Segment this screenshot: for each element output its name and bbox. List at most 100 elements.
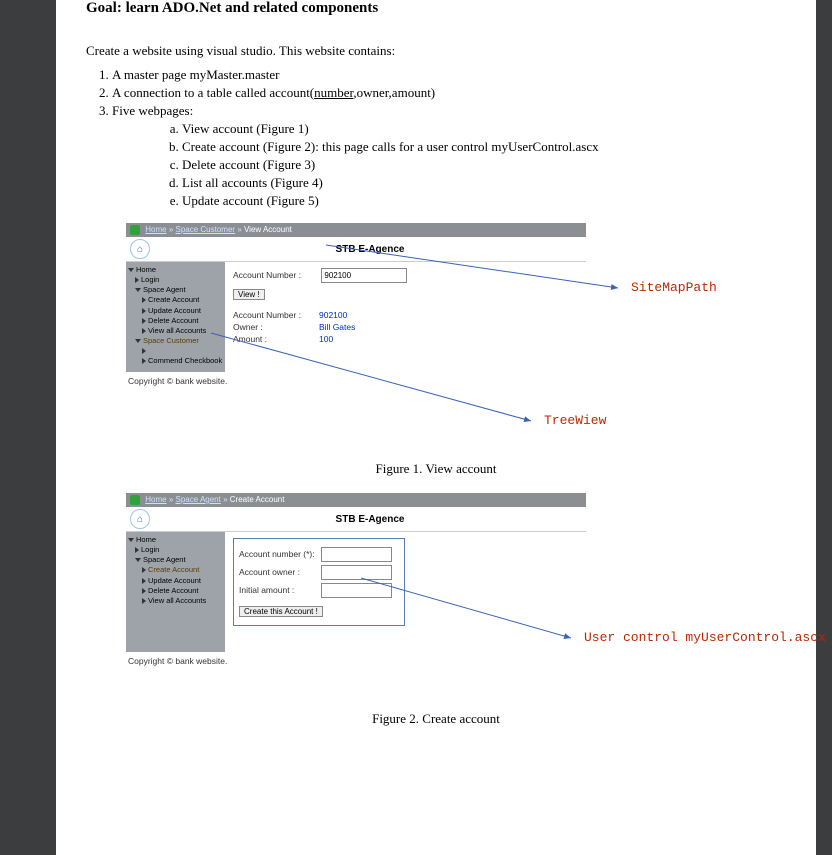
breadcrumb-home[interactable]: Home — [145, 495, 166, 504]
tree-home[interactable]: Home — [136, 535, 156, 544]
tree-delete[interactable]: Delete Account — [148, 586, 198, 595]
chevron-down-icon — [128, 268, 134, 272]
tree-view[interactable]: Home Login Space Agent Create Account Up… — [126, 532, 225, 652]
chevron-right-icon — [142, 318, 146, 324]
account-owner-label: Account owner : — [239, 567, 321, 577]
tree-home[interactable]: Home — [136, 265, 156, 274]
breadcrumb-current: View Account — [244, 225, 292, 234]
initial-amount-input[interactable] — [321, 583, 392, 598]
tree-create[interactable]: Create Account — [148, 565, 199, 574]
user-control-box: Account number (*): Account owner : Init… — [233, 538, 405, 626]
annotation-treeview: TreeWiew — [544, 413, 606, 428]
chevron-right-icon — [142, 567, 146, 573]
chevron-right-icon — [135, 547, 139, 553]
result-number-value: 902100 — [319, 310, 389, 320]
chevron-right-icon — [142, 297, 146, 303]
list-item-2-underline: number — [314, 85, 353, 100]
chevron-down-icon — [135, 339, 141, 343]
tree-delete[interactable]: Delete Account — [148, 316, 198, 325]
annotation-user-control: User control myUserControl.ascx — [584, 630, 826, 645]
chevron-down-icon — [135, 558, 141, 562]
result-amount-value: 100 — [319, 334, 389, 344]
breadcrumb-space-agent[interactable]: Space Agent — [175, 495, 220, 504]
tree-command[interactable]: Commend Checkbook — [148, 356, 222, 365]
copyright: Copyright © bank website. — [128, 656, 586, 666]
chevron-down-icon — [128, 538, 134, 542]
list-item-3: Five webpages: View account (Figure 1) C… — [112, 103, 786, 209]
main-list: A master page myMaster.master A connecti… — [112, 67, 786, 209]
figure1-wrap: Home » Space Customer » View Account ⌂ S… — [86, 223, 786, 453]
figure2-wrap: Home » Space Agent » Create Account ⌂ ST… — [86, 493, 786, 703]
content-panel: Account Number : View ! Account Number :… — [225, 262, 586, 372]
chevron-right-icon — [142, 598, 146, 604]
list-item-1: A master page myMaster.master — [112, 67, 786, 83]
sub-item-e: Update account (Figure 5) — [182, 193, 786, 209]
chevron-right-icon — [142, 328, 146, 334]
figure1-screenshot: Home » Space Customer » View Account ⌂ S… — [126, 223, 586, 386]
copyright: Copyright © bank website. — [128, 376, 586, 386]
tree-viewall[interactable]: View all Accounts — [148, 326, 206, 335]
tree-login[interactable]: Login — [141, 545, 159, 554]
sub-item-b: Create account (Figure 2): this page cal… — [182, 139, 786, 155]
tree-create[interactable]: Create Account — [148, 295, 199, 304]
tree-customer[interactable]: Space Customer — [143, 336, 199, 345]
tree-update[interactable]: Update Account — [148, 306, 201, 315]
chevron-right-icon — [142, 588, 146, 594]
result-owner-label: Owner : — [233, 322, 319, 332]
content-panel: Account number (*): Account owner : Init… — [225, 532, 586, 652]
breadcrumb-space-customer[interactable]: Space Customer — [175, 225, 235, 234]
document-page: Goal: learn ADO.Net and related componen… — [56, 0, 816, 855]
chevron-right-icon — [142, 578, 146, 584]
list-item-2-post: ,owner,amount) — [353, 85, 435, 100]
tree-agent[interactable]: Space Agent — [143, 555, 186, 564]
chevron-right-icon — [142, 358, 146, 364]
result-number-label: Account Number : — [233, 310, 319, 320]
breadcrumb-home[interactable]: Home — [145, 225, 166, 234]
chevron-right-icon — [135, 277, 139, 283]
account-number-input[interactable] — [321, 268, 407, 283]
goal-heading: Goal: learn ADO.Net and related componen… — [86, 0, 786, 17]
tree-update[interactable]: Update Account — [148, 576, 201, 585]
sub-item-a: View account (Figure 1) — [182, 121, 786, 137]
sub-item-d: List all accounts (Figure 4) — [182, 175, 786, 191]
annotation-sitemappath: SiteMapPath — [631, 280, 717, 295]
chevron-right-icon — [142, 348, 146, 354]
result-owner-value: Bill Gates — [319, 322, 389, 332]
breadcrumb-current: Create Account — [230, 495, 285, 504]
site-title: STB E-Agence — [154, 244, 586, 255]
breadcrumb-bar: Home » Space Customer » View Account — [126, 223, 586, 237]
breadcrumb-sep: » — [237, 225, 244, 234]
tree-agent[interactable]: Space Agent — [143, 285, 186, 294]
account-number-label: Account Number : — [233, 270, 319, 280]
account-owner-input[interactable] — [321, 565, 392, 580]
result-amount-label: Amount : — [233, 334, 319, 344]
chevron-down-icon — [135, 288, 141, 292]
chevron-right-icon — [142, 308, 146, 314]
intro-text: Create a website using visual studio. Th… — [86, 43, 786, 59]
tree-login[interactable]: Login — [141, 275, 159, 284]
home-icon[interactable]: ⌂ — [130, 239, 150, 259]
list-item-2-pre: A connection to a table called account( — [112, 85, 314, 100]
initial-amount-label: Initial amount : — [239, 585, 321, 595]
account-number-label: Account number (*): — [239, 549, 321, 559]
create-account-button[interactable]: Create this Account ! — [239, 606, 323, 617]
sub-list: View account (Figure 1) Create account (… — [182, 121, 786, 209]
home-icon[interactable]: ⌂ — [130, 509, 150, 529]
figure2-caption: Figure 2. Create account — [86, 711, 786, 727]
title-row: ⌂ STB E-Agence — [126, 237, 586, 262]
figure1-caption: Figure 1. View account — [86, 461, 786, 477]
figure2-screenshot: Home » Space Agent » Create Account ⌂ ST… — [126, 493, 586, 666]
globe-icon — [130, 495, 140, 505]
list-item-3-text: Five webpages: — [112, 103, 193, 118]
breadcrumb-sep: » — [223, 495, 230, 504]
tree-view[interactable]: Home Login Space Agent Create Account Up… — [126, 262, 225, 372]
title-row: ⌂ STB E-Agence — [126, 507, 586, 532]
list-item-2: A connection to a table called account(n… — [112, 85, 786, 101]
site-title: STB E-Agence — [154, 514, 586, 525]
tree-viewall[interactable]: View all Accounts — [148, 596, 206, 605]
view-button[interactable]: View ! — [233, 289, 265, 300]
account-number-input[interactable] — [321, 547, 392, 562]
sub-item-c: Delete account (Figure 3) — [182, 157, 786, 173]
form-row: Account Number : — [233, 268, 578, 283]
globe-icon — [130, 225, 140, 235]
